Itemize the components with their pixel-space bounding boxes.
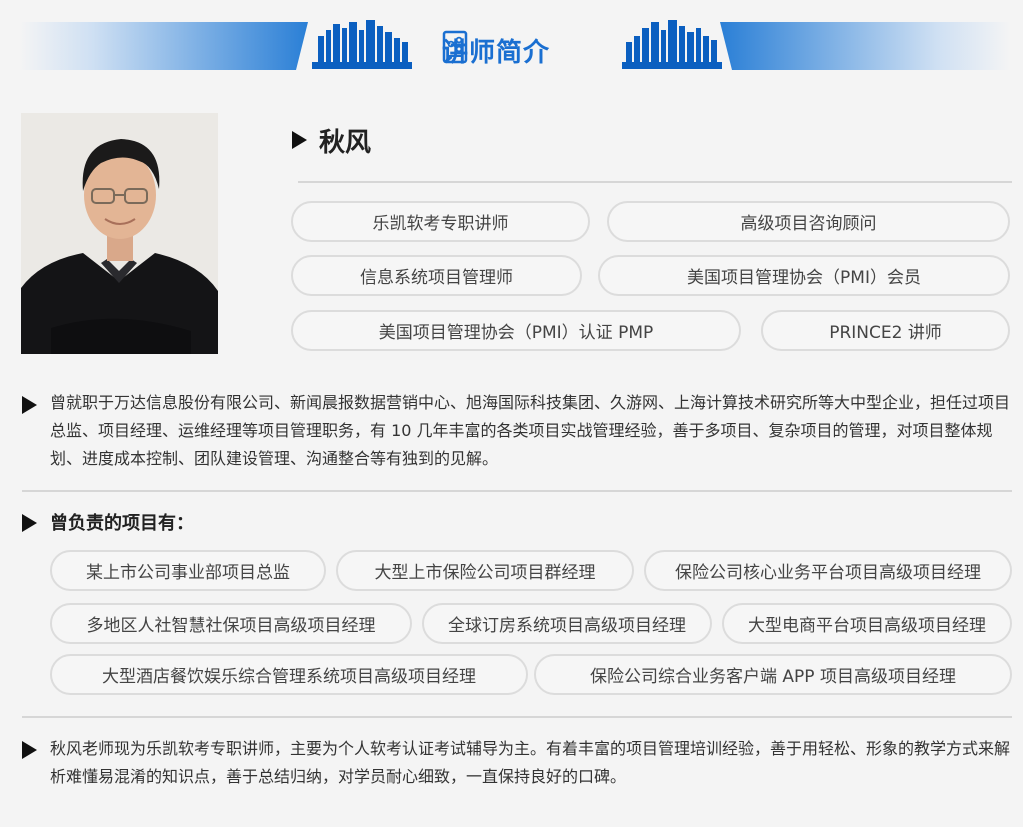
project-item: 多地区人社智慧社保项目高级项目经理 <box>50 603 412 644</box>
tag-is-pm: 信息系统项目管理师 <box>291 255 582 296</box>
left-books-icon <box>312 20 412 69</box>
tag-pmi-pmp: 美国项目管理协会（PMI）认证 PMP <box>291 310 741 351</box>
play-triangle-icon <box>292 131 307 149</box>
projects-divider <box>22 716 1012 718</box>
section-title-wrap: 讲师简介 <box>442 30 550 70</box>
tag-senior-consultant: 高级项目咨询顾问 <box>607 201 1010 242</box>
instructor-name-row: 秋风 <box>292 122 371 158</box>
project-item: 大型电商平台项目高级项目经理 <box>722 603 1012 644</box>
project-item: 保险公司核心业务平台项目高级项目经理 <box>644 550 1012 591</box>
project-item: 大型酒店餐饮娱乐综合管理系统项目高级项目经理 <box>50 654 528 695</box>
instructor-portrait <box>21 113 218 354</box>
summary-bullet-icon <box>22 741 37 759</box>
project-item: 全球订房系统项目高级项目经理 <box>422 603 712 644</box>
right-books-icon <box>622 20 722 69</box>
instructor-name: 秋风 <box>319 127 372 158</box>
experience-bullet-icon <box>22 396 37 414</box>
project-item: 保险公司综合业务客户端 APP 项目高级项目经理 <box>534 654 1012 695</box>
left-gradient-bar <box>20 22 308 70</box>
right-gradient-bar <box>720 22 1010 70</box>
projects-title: 曾负责的项目有： <box>50 513 194 534</box>
portrait-illustration <box>21 113 218 354</box>
experience-text: 曾就职于万达信息股份有限公司、新闻晨报数据营销中心、旭海国际科技集团、久游网、上… <box>50 393 1011 468</box>
project-item: 某上市公司事业部项目总监 <box>50 550 326 591</box>
projects-bullet-icon <box>22 514 37 532</box>
document-share-icon <box>442 30 468 64</box>
header-banner: 讲师简介 <box>0 0 1023 100</box>
summary-text: 秋风老师现为乐凯软考专职讲师，主要为个人软考认证考试辅导为主。有着丰富的项目管理… <box>50 739 1011 786</box>
project-item: 大型上市保险公司项目群经理 <box>336 550 634 591</box>
experience-divider <box>22 490 1012 492</box>
tag-prince2: PRINCE2 讲师 <box>761 310 1010 351</box>
name-divider <box>298 181 1012 183</box>
tag-pmi-member: 美国项目管理协会（PMI）会员 <box>598 255 1010 296</box>
tag-lk-instructor: 乐凯软考专职讲师 <box>291 201 590 242</box>
